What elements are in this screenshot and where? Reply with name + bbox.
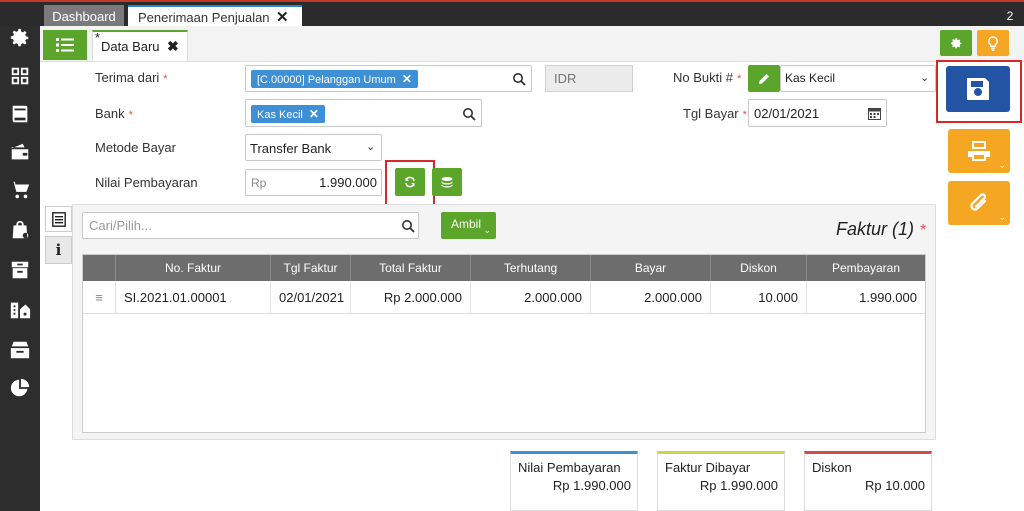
lightbulb-icon — [988, 35, 998, 51]
tab-dashboard[interactable]: Dashboard — [44, 5, 124, 28]
list-view-button[interactable] — [43, 30, 87, 60]
metode-bayar-label: Metode Bayar — [95, 140, 176, 155]
pencil-icon — [759, 73, 769, 84]
no-bukti-label: No Bukti # * — [673, 70, 742, 85]
cell-tgl-faktur: 02/01/2021 — [270, 281, 350, 314]
chevron-down-icon: ⌄ — [920, 72, 930, 84]
archive-icon[interactable] — [8, 258, 32, 282]
wallet-icon[interactable] — [8, 140, 32, 164]
cart-icon[interactable] — [8, 178, 32, 202]
edit-number-button[interactable] — [748, 65, 780, 92]
summary-nilai-pembayaran: Nilai Pembayaran Rp 1.990.000 — [510, 451, 638, 511]
customer-chip[interactable]: [C.00000] Pelanggan Umum ✕ — [251, 70, 418, 88]
settings-button[interactable] — [940, 30, 972, 56]
chevron-down-icon: ⌄ — [366, 141, 376, 153]
chevron-down-icon: ⌄ — [998, 160, 1006, 170]
column-header[interactable]: Terhutang — [470, 255, 590, 281]
cell-pembayaran[interactable]: 1.990.000 — [806, 281, 925, 314]
summary-faktur-dibayar: Faktur Dibayar Rp 1.990.000 — [657, 451, 785, 511]
tab-count-badge[interactable]: 2 — [996, 5, 1024, 28]
invoice-list-tab[interactable] — [45, 206, 72, 232]
print-button[interactable]: ⌄ — [948, 129, 1010, 173]
tab-penerimaan-penjualan[interactable]: Penerimaan Penjualan ✕ — [128, 5, 302, 28]
column-header[interactable]: Bayar — [590, 255, 710, 281]
column-header[interactable]: Tgl Faktur — [270, 255, 350, 281]
ambil-button[interactable]: Ambil ⌄ — [441, 212, 496, 239]
table-row[interactable]: ≡ SI.2021.01.00001 02/01/2021 Rp 2.000.0… — [83, 281, 925, 314]
nilai-pembayaran-label: Nilai Pembayaran — [95, 175, 198, 190]
info-icon[interactable]: i — [45, 236, 72, 264]
remove-icon[interactable]: ✕ — [402, 72, 412, 86]
search-icon[interactable] — [462, 107, 476, 121]
column-header[interactable]: No. Faktur — [115, 255, 270, 281]
chevron-down-icon: ⌄ — [483, 225, 491, 235]
invoice-search-input[interactable]: Cari/Pilih... — [82, 212, 419, 239]
bank-label: Bank * — [95, 106, 133, 121]
bank-chip[interactable]: Kas Kecil ✕ — [251, 105, 325, 123]
table-header: No. Faktur Tgl Faktur Total Faktur Terhu… — [83, 255, 925, 281]
list-icon — [56, 38, 74, 52]
drag-column-header — [83, 255, 115, 281]
close-icon[interactable]: ✕ — [276, 7, 289, 28]
calendar-icon[interactable] — [868, 107, 881, 120]
summary-diskon: Diskon Rp 10.000 — [804, 451, 932, 511]
modified-indicator: * — [95, 30, 101, 45]
settings-icon[interactable] — [8, 26, 32, 50]
faktur-title: Faktur (1) * — [836, 219, 927, 239]
chevron-down-icon: ⌄ — [998, 212, 1006, 222]
column-header[interactable]: Total Faktur — [350, 255, 470, 281]
bag-icon[interactable] — [8, 218, 32, 242]
remove-icon[interactable]: ✕ — [309, 107, 319, 121]
column-header[interactable]: Pembayaran — [806, 255, 925, 281]
document-tab[interactable]: * Data Baru ✖ — [92, 30, 188, 61]
highlight-box — [385, 160, 435, 208]
terima-dari-field[interactable]: [C.00000] Pelanggan Umum ✕ — [245, 65, 532, 92]
nilai-pembayaran-field[interactable]: Rp 1.990.000 — [245, 169, 382, 196]
search-icon[interactable] — [512, 72, 526, 86]
sidebar — [0, 26, 40, 511]
tab-label: Penerimaan Penjualan — [138, 10, 270, 25]
cell-bayar[interactable]: 2.000.000 — [590, 281, 710, 314]
close-icon[interactable]: ✖ — [167, 38, 179, 55]
search-icon[interactable] — [401, 219, 415, 233]
drag-handle-icon[interactable]: ≡ — [83, 281, 115, 314]
tips-button[interactable] — [977, 30, 1009, 56]
cell-no-faktur: SI.2021.01.00001 — [115, 281, 270, 314]
stack-icon — [441, 177, 453, 188]
invoice-table: No. Faktur Tgl Faktur Total Faktur Terhu… — [82, 254, 926, 433]
attachment-button[interactable]: ⌄ — [948, 181, 1010, 225]
terima-dari-label: Terima dari * — [95, 70, 168, 85]
currency-field: IDR — [545, 65, 633, 92]
cell-diskon[interactable]: 10.000 — [710, 281, 806, 314]
pie-chart-icon[interactable] — [8, 376, 32, 400]
tax-icon[interactable] — [8, 338, 32, 362]
no-bukti-select[interactable]: Kas Kecil ⌄ — [780, 65, 936, 92]
top-tab-bar: Dashboard Penerimaan Penjualan ✕ 2 — [0, 0, 1024, 28]
metode-bayar-select[interactable]: Transfer Bank ⌄ — [245, 134, 382, 161]
bank-field[interactable]: Kas Kecil ✕ — [245, 99, 482, 127]
printer-icon — [968, 141, 990, 161]
apps-icon[interactable] — [8, 64, 32, 88]
cell-total-faktur: Rp 2.000.000 — [350, 281, 470, 314]
document-list-icon — [51, 211, 66, 227]
paperclip-icon — [970, 193, 987, 211]
gear-icon — [950, 37, 961, 48]
column-header[interactable]: Diskon — [710, 255, 806, 281]
payment-layers-button[interactable] — [432, 168, 462, 196]
document-tab-label: Data Baru — [101, 39, 160, 54]
floppy-disk-icon — [967, 78, 989, 100]
save-button[interactable] — [946, 66, 1010, 112]
cell-terhutang: 2.000.000 — [470, 281, 590, 314]
book-icon[interactable] — [8, 102, 32, 126]
tgl-bayar-label: Tgl Bayar * — [683, 106, 747, 121]
tgl-bayar-field[interactable]: 02/01/2021 — [748, 99, 887, 127]
building-icon[interactable] — [8, 298, 32, 322]
